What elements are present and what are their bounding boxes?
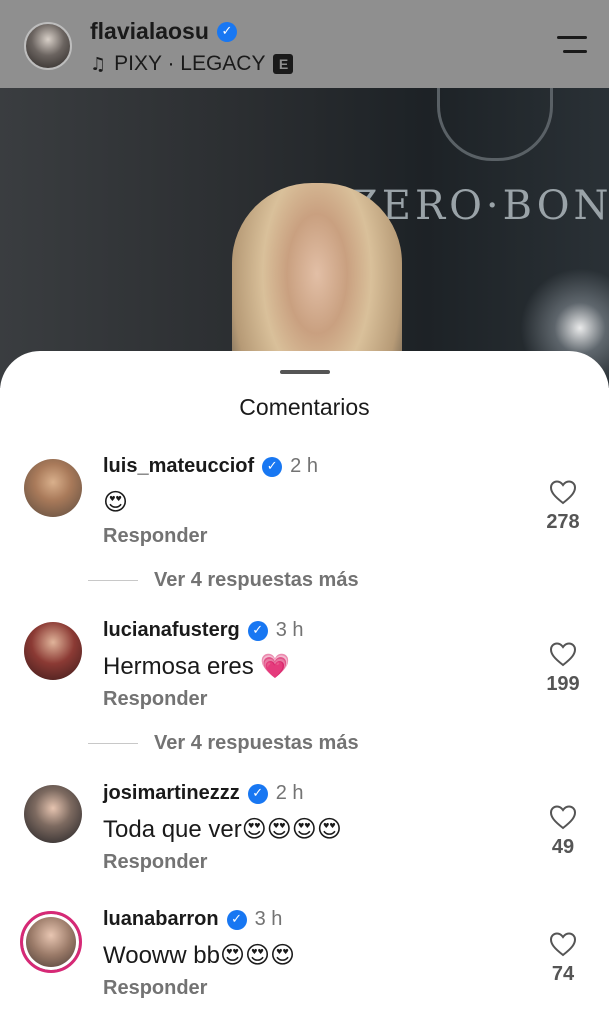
comment-text: Hermosa eres 💗 — [103, 652, 290, 681]
profile-header: flavialaosu ✓ ♫ PIXY · LEGACY E — [0, 0, 609, 88]
heart-outline-icon[interactable] — [549, 931, 577, 957]
profile-username[interactable]: flavialaosu — [90, 18, 209, 45]
explicit-badge: E — [273, 54, 294, 74]
comment-header: luis_mateucciof ✓ 2 h — [103, 455, 318, 478]
like-button[interactable]: 278 — [540, 479, 586, 534]
music-note-icon: ♫ — [90, 53, 107, 75]
comment-text: 😍 — [103, 488, 128, 517]
verified-badge-icon: ✓ — [226, 909, 247, 930]
heart-eyes-emoji: 😍😍😍 — [219, 941, 296, 969]
comment-header: luanabarron ✓ 3 h — [103, 908, 282, 931]
reply-button[interactable]: Responder — [103, 688, 207, 711]
comments-sheet: Comentarios luis_mateucciof ✓ 2 h 😍 Resp… — [0, 351, 609, 1011]
post-photo: ZERO·BON — [0, 88, 609, 388]
profile-username-row[interactable]: flavialaosu ✓ — [90, 18, 237, 45]
reply-button[interactable]: Responder — [103, 977, 207, 1000]
commenter-avatar[interactable] — [24, 622, 82, 680]
comment-time: 2 h — [290, 455, 318, 477]
reply-button[interactable]: Responder — [103, 851, 207, 874]
heart-eyes-emoji: 😍😍😍😍 — [241, 815, 342, 843]
comment-time: 2 h — [275, 782, 304, 804]
commenter-username[interactable]: luis_mateucciof — [103, 455, 254, 478]
heart-outline-icon[interactable] — [549, 804, 577, 830]
view-more-replies-label[interactable]: Ver 4 respuestas más — [154, 569, 359, 592]
view-more-replies-label[interactable]: Ver 4 respuestas más — [154, 732, 359, 755]
divider-line — [88, 743, 138, 744]
like-button[interactable]: 49 — [540, 804, 586, 859]
commenter-username[interactable]: josimartinezzz — [103, 782, 240, 805]
like-count: 278 — [546, 511, 580, 533]
comment-time: 3 h — [254, 908, 283, 930]
comment-text: Toda que ver😍😍😍😍 — [103, 815, 342, 844]
comment-body: Toda que ver — [103, 816, 242, 843]
profile-avatar[interactable] — [24, 22, 72, 70]
shop-logo-arch — [437, 88, 553, 161]
like-button[interactable]: 199 — [540, 641, 586, 696]
comment-header: josimartinezzz ✓ 2 h — [103, 782, 304, 805]
divider-line — [88, 580, 138, 581]
like-count: 74 — [551, 963, 575, 985]
music-label[interactable]: PIXY · LEGACY — [114, 52, 265, 76]
comment-time: 3 h — [275, 619, 304, 641]
hamburger-menu-icon[interactable] — [557, 36, 587, 56]
view-more-replies[interactable]: Ver 4 respuestas más — [88, 732, 359, 755]
verified-badge-icon: ✓ — [216, 21, 237, 42]
commenter-username[interactable]: lucianafusterg — [103, 619, 240, 642]
verified-badge-icon: ✓ — [247, 620, 268, 641]
commenter-avatar[interactable] — [24, 785, 82, 843]
pink-heart-emoji: 💗 — [260, 652, 291, 680]
like-button[interactable]: 74 — [540, 931, 586, 986]
view-more-replies[interactable]: Ver 4 respuestas más — [88, 569, 359, 592]
heart-eyes-emoji: 😍 — [103, 488, 129, 516]
sheet-drag-handle[interactable] — [280, 370, 330, 374]
commenter-username[interactable]: luanabarron — [103, 908, 219, 931]
commenter-avatar-story-ring[interactable] — [20, 911, 82, 973]
comment-header: lucianafusterg ✓ 3 h — [103, 619, 304, 642]
comment-body: Wooww bb — [103, 942, 220, 969]
verified-badge-icon: ✓ — [262, 456, 283, 477]
comment-text: Wooww bb😍😍😍 — [103, 941, 295, 970]
music-info[interactable]: ♫ PIXY · LEGACY E — [90, 52, 294, 76]
verified-badge-icon: ✓ — [247, 783, 268, 804]
heart-outline-icon[interactable] — [549, 479, 577, 505]
comments-title: Comentarios — [239, 394, 370, 420]
like-count: 49 — [551, 836, 575, 858]
heart-outline-icon[interactable] — [549, 641, 577, 667]
like-count: 199 — [546, 673, 580, 695]
comment-body: Hermosa eres — [103, 653, 254, 680]
reply-button[interactable]: Responder — [103, 525, 207, 548]
commenter-avatar[interactable] — [24, 459, 82, 517]
